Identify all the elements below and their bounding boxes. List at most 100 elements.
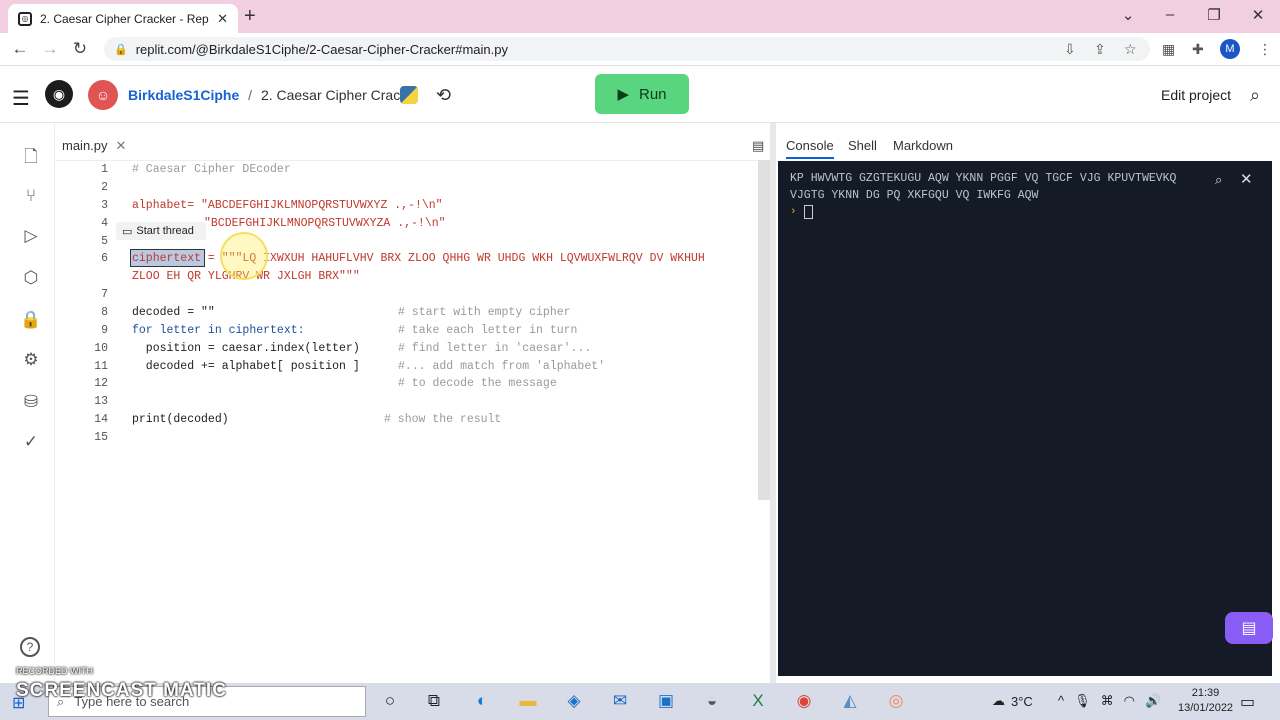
tab-shell[interactable]: Shell bbox=[848, 138, 877, 153]
start-thread-tooltip[interactable]: ▭ Start thread bbox=[116, 222, 206, 240]
cortana-icon[interactable]: ○ bbox=[378, 691, 402, 711]
database-icon[interactable]: ⛁ bbox=[20, 392, 42, 412]
console-prompt: › bbox=[790, 206, 797, 218]
close-tab-icon[interactable]: ✕ bbox=[217, 11, 228, 27]
breadcrumb: BirkdaleS1Ciphe / 2. Caesar Cipher Crac.… bbox=[128, 87, 412, 103]
packages-icon[interactable]: ⬡ bbox=[20, 268, 42, 288]
split-pane-icon[interactable]: ▤ bbox=[752, 138, 764, 154]
network-icon[interactable]: ⌘ bbox=[1101, 693, 1114, 709]
notification-icon[interactable]: ▭ bbox=[1240, 692, 1255, 712]
url-text: replit.com/@BirkdaleS1Ciphe/2-Caesar-Cip… bbox=[135, 41, 508, 57]
profile-avatar[interactable]: M bbox=[1220, 39, 1240, 59]
line-number: 14 bbox=[94, 413, 108, 426]
editor-scrollbar[interactable] bbox=[758, 160, 770, 500]
hamburger-menu-icon[interactable]: ☰ bbox=[12, 86, 30, 111]
menu-kebab-icon[interactable]: ⋮ bbox=[1258, 41, 1272, 58]
tab-markdown[interactable]: Markdown bbox=[893, 138, 953, 153]
code-comment: # show the result bbox=[384, 413, 502, 426]
edit-project-button[interactable]: Edit project bbox=[1161, 87, 1231, 103]
line-number: 1 bbox=[101, 163, 108, 176]
run-button[interactable]: ▶ Run bbox=[595, 74, 689, 114]
code-line[interactable]: decoded += alphabet[ position ] bbox=[132, 360, 360, 373]
install-app-icon[interactable]: ⇩ bbox=[1064, 41, 1076, 58]
weather-widget[interactable]: ☁ 3°C bbox=[992, 693, 1033, 709]
help-icon[interactable]: ? bbox=[20, 637, 40, 657]
share-icon[interactable]: ⇪ bbox=[1094, 41, 1106, 58]
browser-tab[interactable]: ◎ 2. Caesar Cipher Cracker - Replit ✕ bbox=[8, 4, 238, 33]
editor-tab-main-py[interactable]: main.py ✕ bbox=[62, 138, 126, 154]
code-comment: #... add match from 'alphabet' bbox=[398, 360, 606, 373]
chat-button[interactable]: ▤ bbox=[1225, 612, 1273, 644]
code-line[interactable]: alphabet= "ABCDEFGHIJKLMNOPQRSTUVWXYZ .,… bbox=[132, 199, 443, 212]
console-clear-icon[interactable]: ✕ bbox=[1240, 170, 1253, 188]
extensions-icon[interactable]: ✚ bbox=[1192, 41, 1204, 58]
debugger-icon[interactable]: ▷ bbox=[20, 226, 42, 246]
forward-icon[interactable]: → bbox=[40, 40, 60, 58]
microphone-icon[interactable]: 🎙 bbox=[1074, 693, 1091, 709]
screencast-icon[interactable]: ◎ bbox=[884, 691, 908, 711]
mail-icon[interactable]: ✉ bbox=[608, 691, 632, 711]
user-avatar[interactable]: ☺ bbox=[88, 80, 118, 110]
clock-date: 13/01/2022 bbox=[1178, 702, 1234, 714]
lock-icon: 🔒 bbox=[114, 43, 128, 56]
wifi-icon[interactable]: ◠ bbox=[1124, 693, 1135, 709]
recorder-watermark-top: RECORDED WITH bbox=[16, 666, 93, 676]
chevron-up-icon[interactable]: ^ bbox=[1058, 693, 1064, 709]
comment-icon: ▭ bbox=[122, 225, 133, 238]
search-icon[interactable]: ⌕ bbox=[1250, 85, 1260, 106]
line-number: 8 bbox=[101, 306, 108, 319]
tab-search-chevron-icon[interactable]: ⌄ bbox=[1118, 6, 1138, 24]
console-search-icon[interactable]: ⌕ bbox=[1215, 172, 1222, 188]
settings-gear-icon[interactable]: ⚙ bbox=[20, 350, 42, 370]
console-output[interactable] bbox=[778, 161, 1272, 676]
code-line[interactable]: ciphertext = """LQ IXWXUH HAHUFLVHV BRX … bbox=[132, 252, 705, 265]
taskbar-clock[interactable]: 21:39 13/01/2022 bbox=[1178, 686, 1233, 716]
code-line[interactable]: position = caesar.index(letter) bbox=[132, 342, 360, 355]
minimize-button[interactable]: – bbox=[1160, 6, 1180, 23]
maximize-button[interactable]: ❐ bbox=[1204, 6, 1224, 24]
history-icon[interactable]: ⟲ bbox=[436, 85, 451, 106]
files-icon[interactable]: 🗋 bbox=[20, 144, 42, 173]
tab-console[interactable]: Console bbox=[786, 138, 834, 159]
line-number: 4 bbox=[101, 217, 108, 230]
chrome-icon[interactable]: ◉ bbox=[792, 691, 816, 711]
back-icon[interactable]: ← bbox=[10, 40, 30, 58]
reload-icon[interactable]: ↻ bbox=[70, 40, 90, 58]
task-view-icon[interactable]: ⧉ bbox=[422, 691, 446, 711]
app-icon[interactable]: ◒ bbox=[700, 691, 724, 711]
file-explorer-icon[interactable]: ▬ bbox=[516, 691, 540, 711]
line-number: 3 bbox=[101, 199, 108, 212]
breadcrumb-project[interactable]: 2. Caesar Cipher Crac... bbox=[261, 87, 412, 103]
new-tab-button[interactable]: + bbox=[244, 6, 256, 26]
replit-favicon-icon: ◎ bbox=[18, 11, 32, 26]
close-window-button[interactable]: ✕ bbox=[1248, 6, 1268, 24]
code-comment: # take each letter in turn bbox=[398, 324, 578, 337]
line-number: 10 bbox=[94, 342, 108, 355]
code-comment: # find letter in 'caesar'... bbox=[398, 342, 592, 355]
tab-grid-icon[interactable]: ▦ bbox=[1162, 41, 1175, 58]
console-caret[interactable] bbox=[804, 205, 813, 219]
code-line[interactable]: decoded = "" bbox=[132, 306, 215, 319]
store-icon[interactable]: ◈ bbox=[562, 691, 586, 711]
app-icon-2[interactable]: ◭ bbox=[838, 691, 862, 711]
version-control-icon[interactable]: ⑂ bbox=[20, 186, 42, 206]
code-line[interactable]: "BCDEFGHIJKLMNOPQRSTUVWXYZA .,-!\n" bbox=[204, 217, 446, 230]
run-label: Run bbox=[639, 85, 667, 103]
code-line[interactable]: for letter in ciphertext: bbox=[132, 324, 305, 337]
replit-logo[interactable]: ◉ bbox=[45, 80, 73, 108]
close-file-icon[interactable]: ✕ bbox=[116, 138, 127, 154]
address-bar[interactable]: 🔒 replit.com/@BirkdaleS1Ciphe/2-Caesar-C… bbox=[104, 37, 1150, 61]
console-line: VJGTG YKNN DG PQ XKFGQU VQ IWKFG AQW bbox=[790, 189, 1039, 202]
code-line[interactable]: print(decoded) bbox=[132, 413, 229, 426]
excel-icon[interactable]: X bbox=[746, 691, 770, 711]
breadcrumb-user[interactable]: BirkdaleS1Ciphe bbox=[128, 87, 239, 103]
unit-tests-check-icon[interactable]: ✓ bbox=[20, 432, 42, 452]
line-number: 11 bbox=[94, 360, 108, 373]
secrets-lock-icon[interactable]: 🔒 bbox=[20, 310, 42, 330]
bookmark-star-icon[interactable]: ☆ bbox=[1124, 41, 1137, 58]
edge-icon[interactable]: ◐ bbox=[470, 691, 494, 711]
line-number: 12 bbox=[94, 377, 108, 390]
photos-icon[interactable]: ▣ bbox=[654, 691, 678, 711]
code-line[interactable]: # Caesar Cipher DEcoder bbox=[132, 163, 291, 176]
volume-icon[interactable]: 🔊 bbox=[1145, 693, 1161, 709]
